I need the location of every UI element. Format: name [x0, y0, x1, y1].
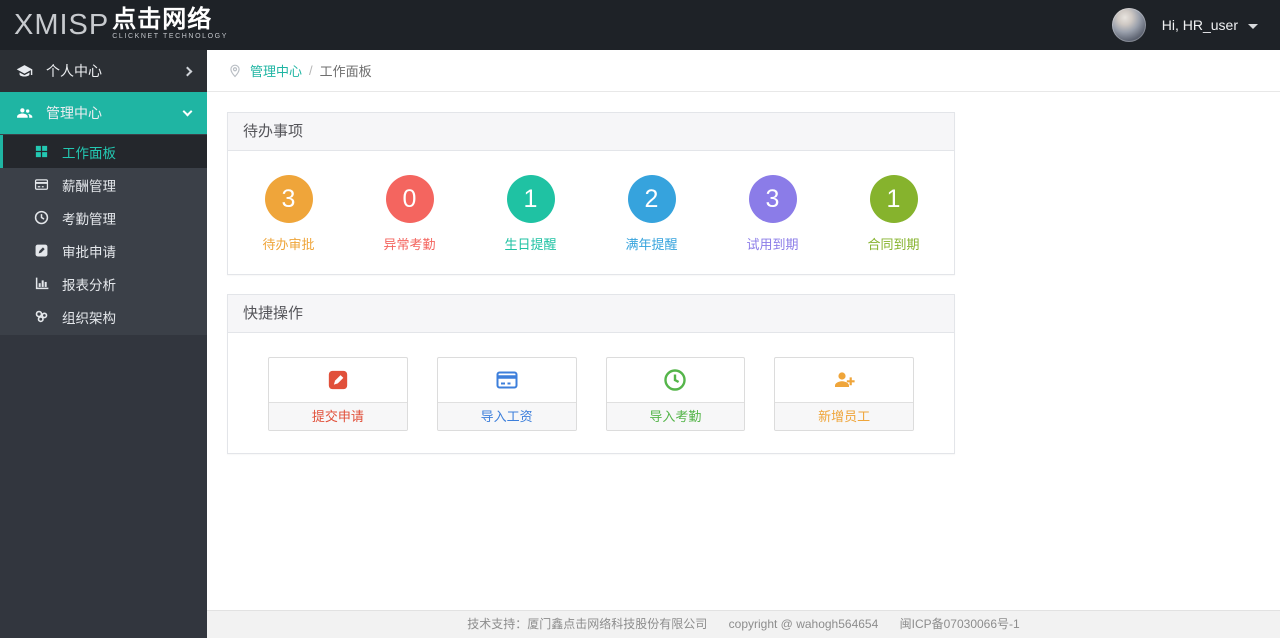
- sidebar-item-label: 组织架构: [62, 310, 116, 326]
- clock-icon: [664, 369, 687, 391]
- sidebar-item-approval[interactable]: 审批申请: [0, 234, 207, 267]
- action-add-employee[interactable]: 新增员工: [774, 357, 914, 431]
- logo-text-cn: 点击网络: [112, 6, 213, 33]
- todo-item-anniversary-reminder[interactable]: 2 满年提醒: [591, 175, 712, 253]
- sidebar-submenu: 工作面板 薪酬管理 考勤管理 审批申请 报表分析 组织架构: [0, 134, 207, 335]
- main-area: 管理中心 / 工作面板 待办事项 3 待办审批 0 异常考勤 1 生日提醒 2 …: [207, 50, 1280, 638]
- sidebar-item-reports[interactable]: 报表分析: [0, 267, 207, 300]
- todo-count-badge[interactable]: 1: [506, 175, 555, 223]
- logo-subtitle: CLICKNET TECHNOLOGY: [112, 33, 228, 40]
- todo-item-contract-expiry[interactable]: 1 合同到期: [833, 175, 954, 253]
- todo-count-badge[interactable]: 2: [627, 175, 676, 223]
- todo-item-label: 合同到期: [867, 237, 920, 252]
- grid-icon: [35, 145, 48, 158]
- sidebar-item-label: 个人中心: [46, 63, 102, 79]
- actions-row: 提交申请 导入工资 导入考勤 新增员工: [228, 333, 954, 453]
- quick-actions-panel: 快捷操作 提交申请 导入工资 导入考勤 新增员工: [227, 294, 955, 454]
- todo-item-label: 试用到期: [746, 237, 799, 252]
- breadcrumb-current-page: 工作面板: [319, 64, 372, 79]
- sidebar-item-admin-center[interactable]: 管理中心: [0, 92, 207, 134]
- action-label: 导入工资: [437, 402, 576, 430]
- action-import-salary[interactable]: 导入工资: [436, 357, 577, 431]
- todo-item-label: 异常考勤: [383, 237, 436, 252]
- sidebar-item-label: 报表分析: [62, 277, 116, 293]
- todo-item-label: 生日提醒: [504, 237, 557, 252]
- credit-card-icon: [34, 179, 49, 190]
- action-submit-request[interactable]: 提交申请: [268, 357, 408, 431]
- bar-chart-icon: [35, 277, 49, 290]
- pencil-square-icon: [35, 244, 48, 257]
- footer-support-text: 技术支持：厦门鑫点击网络科技股份有限公司: [467, 617, 708, 631]
- sidebar-item-label: 管理中心: [46, 105, 102, 121]
- action-import-attendance[interactable]: 导入考勤: [605, 357, 746, 431]
- todo-count-badge[interactable]: 3: [264, 175, 313, 223]
- users-icon: [17, 107, 33, 118]
- user-greeting: Hi, HR_user: [1161, 17, 1238, 33]
- sidebar-item-attendance[interactable]: 考勤管理: [0, 201, 207, 234]
- pencil-badge-icon: [328, 370, 348, 390]
- breadcrumb-section[interactable]: 管理中心: [250, 61, 302, 80]
- avatar[interactable]: [1111, 8, 1146, 42]
- topbar: XMISP 点击网络 CLICKNET TECHNOLOGY Hi, HR_us…: [0, 0, 1280, 50]
- sidebar-item-label: 审批申请: [62, 244, 116, 260]
- caret-down-icon: [1248, 23, 1258, 29]
- todo-count-badge[interactable]: 3: [748, 175, 797, 223]
- credit-card-icon: [496, 371, 518, 389]
- quick-actions-title: 快捷操作: [228, 295, 954, 333]
- graduation-cap-icon: [16, 64, 33, 76]
- content: 待办事项 3 待办审批 0 异常考勤 1 生日提醒 2 满年提醒 3 试用到期 …: [207, 92, 1280, 493]
- todo-panel: 待办事项 3 待办审批 0 异常考勤 1 生日提醒 2 满年提醒 3 试用到期 …: [227, 112, 955, 275]
- sidebar-item-dashboard[interactable]: 工作面板: [0, 135, 207, 168]
- action-label: 新增员工: [775, 402, 913, 430]
- todo-item-label: 满年提醒: [625, 237, 678, 252]
- todo-count-badge[interactable]: 0: [385, 175, 434, 223]
- app-logo[interactable]: XMISP 点击网络 CLICKNET TECHNOLOGY: [14, 6, 228, 44]
- action-label: 提交申请: [269, 402, 407, 430]
- chevron-down-icon: [182, 106, 193, 117]
- sidebar-item-organization[interactable]: 组织架构: [0, 300, 207, 333]
- org-cluster-icon: [35, 310, 48, 323]
- action-label: 导入考勤: [606, 402, 745, 430]
- map-pin-icon: [230, 64, 240, 77]
- footer-copyright-text: copyright @ wahogh564654: [728, 617, 879, 631]
- logo-text-en: XMISP: [14, 9, 110, 41]
- sidebar-item-label: 考勤管理: [62, 211, 116, 227]
- user-menu[interactable]: Hi, HR_user: [1111, 8, 1258, 42]
- sidebar-item-label: 工作面板: [62, 145, 116, 161]
- breadcrumb: 管理中心 / 工作面板: [207, 50, 1280, 92]
- sidebar: 个人中心 管理中心 工作面板 薪酬管理 考勤管理 审批申请 报表分析 组织架构: [0, 50, 207, 638]
- todo-row: 3 待办审批 0 异常考勤 1 生日提醒 2 满年提醒 3 试用到期 1 合同到…: [228, 151, 954, 274]
- todo-item-birthday-reminder[interactable]: 1 生日提醒: [470, 175, 591, 253]
- sidebar-item-personal-center[interactable]: 个人中心: [0, 50, 207, 92]
- sidebar-item-label: 薪酬管理: [62, 178, 116, 194]
- todo-item-probation-expiry[interactable]: 3 试用到期: [712, 175, 833, 253]
- chevron-right-icon: [182, 66, 193, 76]
- todo-item-attendance-anomaly[interactable]: 0 异常考勤: [349, 175, 470, 253]
- breadcrumb-separator: /: [309, 63, 313, 78]
- todo-count-badge[interactable]: 1: [869, 175, 918, 223]
- user-plus-icon: [835, 372, 855, 387]
- footer: 技术支持：厦门鑫点击网络科技股份有限公司 copyright @ wahogh5…: [207, 610, 1280, 638]
- todo-item-pending-approval[interactable]: 3 待办审批: [228, 175, 349, 253]
- clock-icon: [34, 210, 49, 225]
- todo-panel-title: 待办事项: [228, 113, 954, 151]
- sidebar-item-salary[interactable]: 薪酬管理: [0, 168, 207, 201]
- todo-item-label: 待办审批: [262, 237, 315, 252]
- footer-icp-text: 闽ICP备07030066号-1: [899, 617, 1020, 631]
